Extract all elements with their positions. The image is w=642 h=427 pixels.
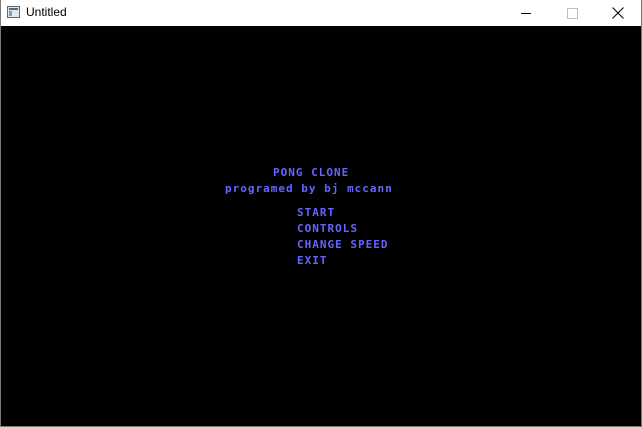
close-icon <box>612 7 624 19</box>
maximize-button[interactable] <box>549 0 595 26</box>
close-button[interactable] <box>595 0 641 26</box>
window-title: Untitled <box>26 5 67 19</box>
app-window-icon[interactable] <box>7 6 20 18</box>
minimize-icon <box>521 13 531 14</box>
app-window: Untitled PONG CLONE programed by bj mcca… <box>0 0 642 427</box>
menu-item-change-speed[interactable]: CHANGE SPEED <box>297 239 388 251</box>
game-title: PONG CLONE <box>273 166 350 179</box>
menu-item-exit[interactable]: EXIT <box>297 255 328 267</box>
game-credit: programed by bj mccann <box>225 182 393 195</box>
maximize-icon <box>567 8 578 19</box>
title-bar[interactable]: Untitled <box>1 0 641 26</box>
minimize-button[interactable] <box>503 0 549 26</box>
menu-item-start[interactable]: START <box>297 207 335 219</box>
menu-item-controls[interactable]: CONTROLS <box>297 223 358 235</box>
game-canvas[interactable]: PONG CLONE programed by bj mccann START … <box>1 26 641 426</box>
